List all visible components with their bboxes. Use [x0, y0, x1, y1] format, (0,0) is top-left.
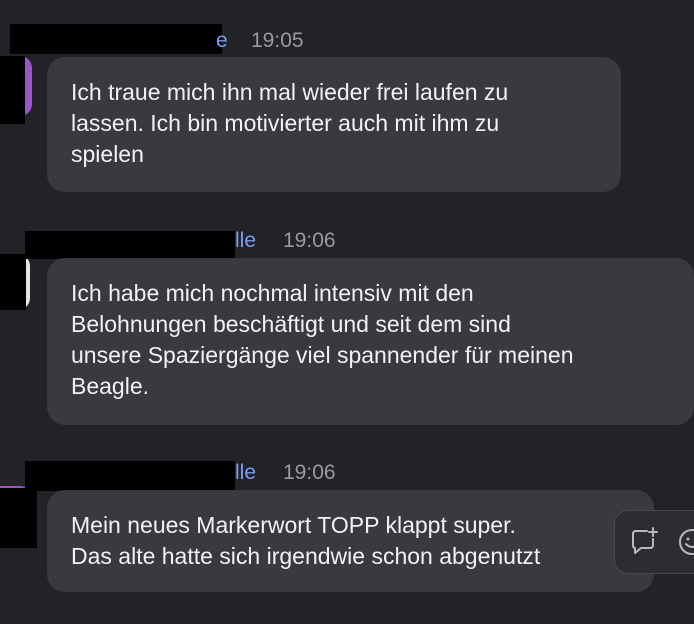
chat-thread: e 19:05 Ich traue mich ihn mal wieder fr…: [0, 0, 694, 624]
add-reaction-comment-icon[interactable]: [627, 525, 661, 559]
author-name[interactable]: lle: [235, 228, 256, 254]
message-timestamp[interactable]: 19:06: [283, 228, 336, 254]
redacted-author-name: [10, 24, 222, 54]
message-text: Ich traue mich ihn mal wieder frei laufe…: [71, 79, 509, 167]
redacted-author-name: [25, 461, 235, 491]
emoji-icon[interactable]: [675, 525, 694, 559]
message-timestamp[interactable]: 19:05: [251, 28, 304, 54]
message-bubble[interactable]: Ich habe mich nochmal intensiv mit den B…: [47, 258, 694, 425]
message-bubble[interactable]: Ich traue mich ihn mal wieder frei laufe…: [47, 57, 621, 192]
redacted-avatar: [0, 254, 26, 310]
message-bubble[interactable]: Mein neues Markerwort TOPP klappt super.…: [47, 490, 654, 592]
redacted-author-name: [25, 231, 235, 259]
author-name[interactable]: lle: [235, 460, 256, 486]
message-timestamp[interactable]: 19:06: [283, 460, 336, 486]
author-name[interactable]: e: [216, 28, 228, 54]
redacted-avatar: [0, 488, 37, 548]
message-hover-actions: [614, 510, 694, 574]
redacted-avatar: [0, 56, 25, 124]
message-text: Ich habe mich nochmal intensiv mit den B…: [71, 280, 574, 399]
message-text: Mein neues Markerwort TOPP klappt super.…: [71, 512, 541, 569]
